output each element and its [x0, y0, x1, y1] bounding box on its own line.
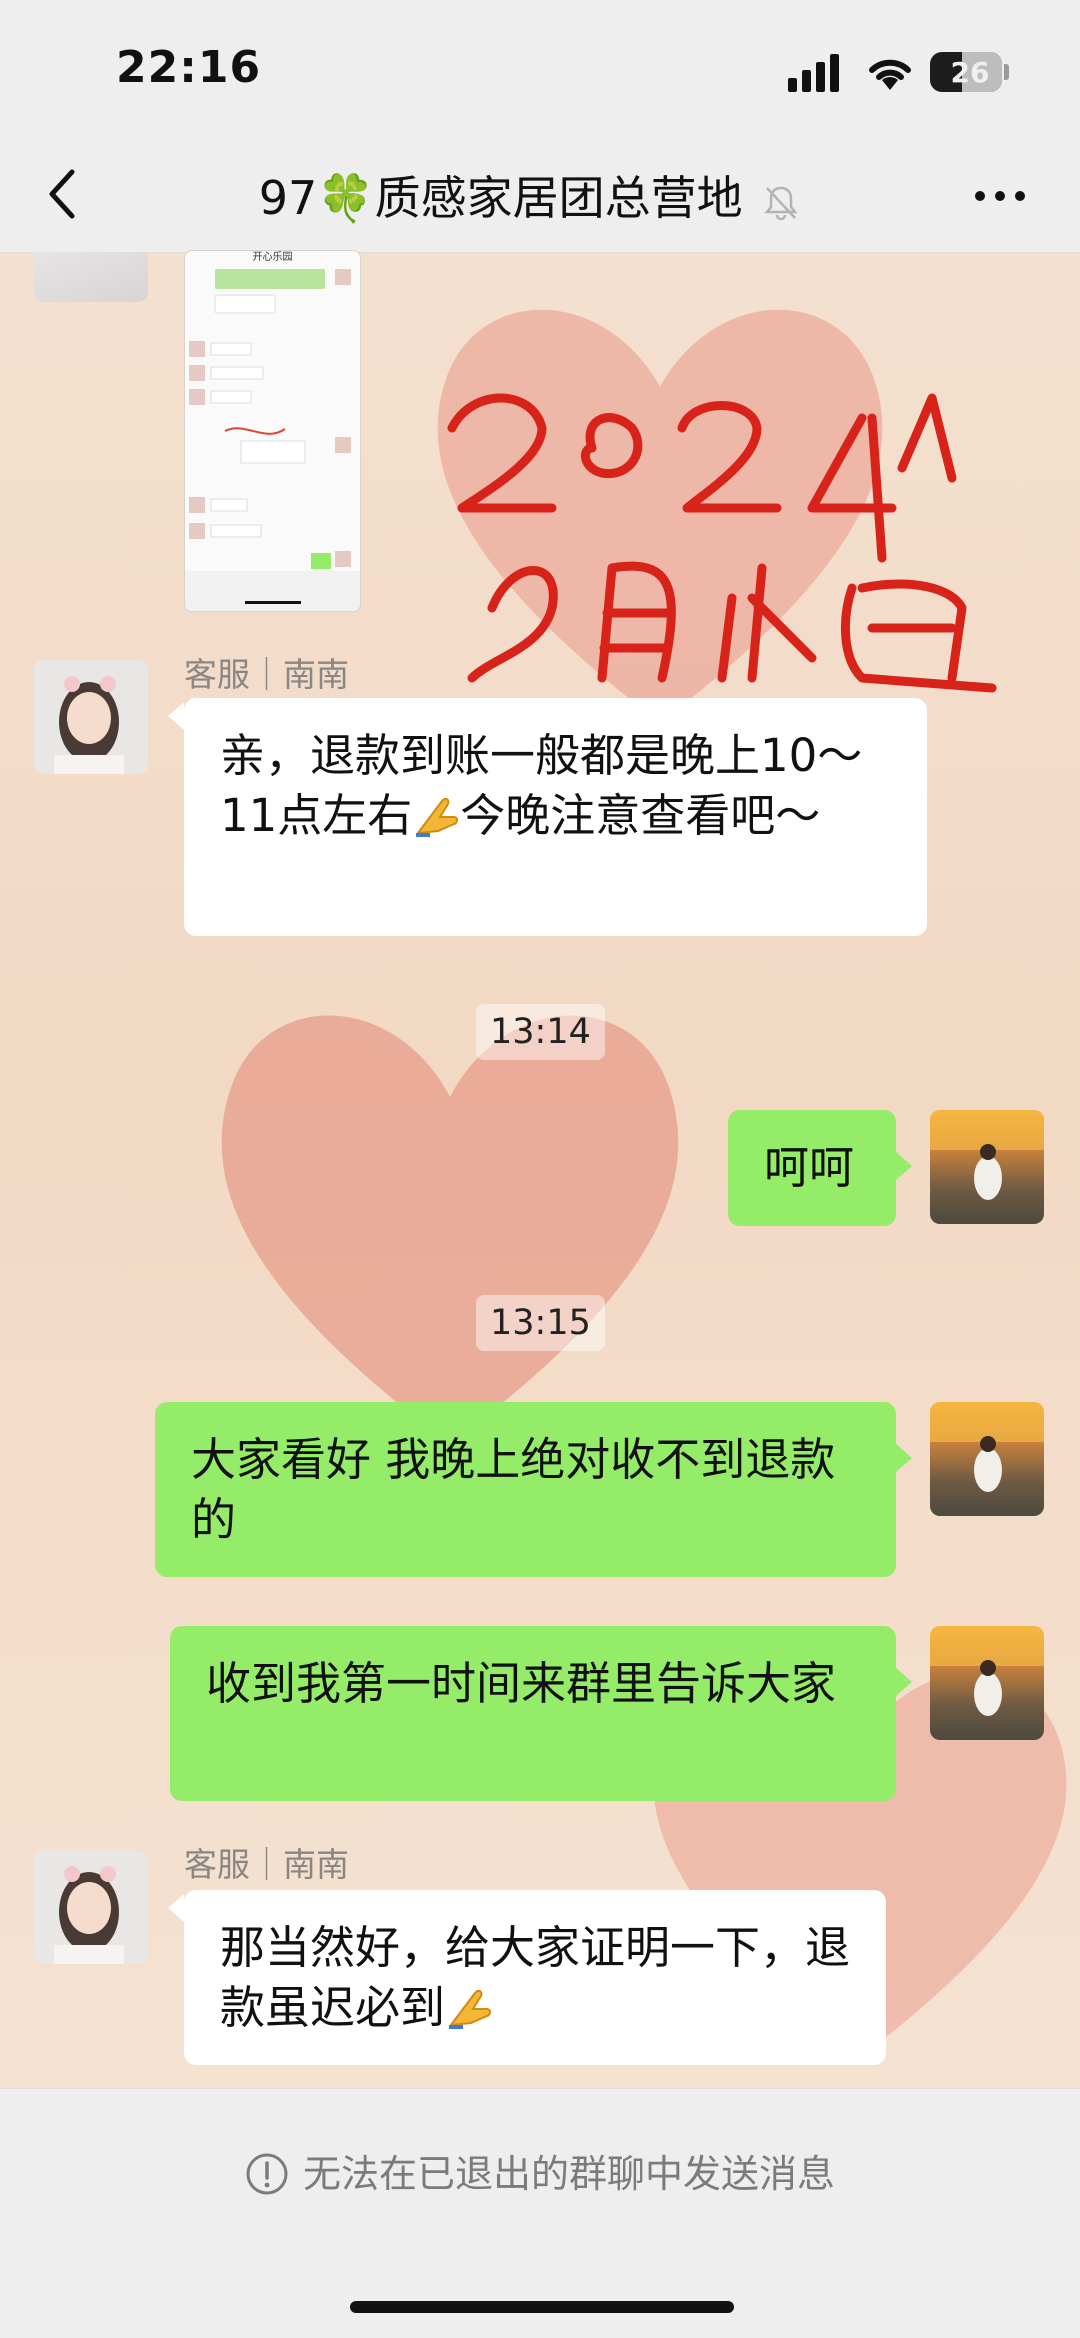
chat-title: 97🍀质感家居团总营地 — [258, 171, 743, 225]
home-indicator[interactable] — [350, 2301, 734, 2313]
avatar-image — [34, 1850, 148, 1964]
sender-name: 客服｜南南 — [184, 655, 349, 694]
battery-icon: 26 — [930, 52, 1002, 92]
wifi-icon — [869, 59, 911, 90]
battery-level: 26 — [950, 56, 990, 89]
avatar-image — [930, 1402, 1044, 1492]
info-icon — [246, 2153, 288, 2195]
back-icon[interactable] — [40, 164, 90, 224]
avatar-image — [930, 1626, 1044, 1716]
self-avatar[interactable] — [930, 1626, 1044, 1740]
message-bubble[interactable]: 亲，退款到账一般都是晚上10～11点左右 今晚注意查看吧～ — [184, 698, 927, 936]
bubble-tail — [168, 702, 184, 730]
message-text-continued: 今晚注意查看吧～ — [460, 789, 821, 842]
pray-emoji-icon — [448, 1989, 492, 2029]
input-disabled-bar: 无法在已退出的群聊中发送消息 — [0, 2088, 1080, 2338]
sender-avatar[interactable] — [34, 660, 148, 774]
status-time: 22:16 — [116, 42, 262, 93]
avatar-image — [930, 1110, 1044, 1200]
message-text: 大家看好 我晚上绝对收不到退款的 — [191, 1433, 836, 1546]
message-text: 那当然好，给大家证明一下，退款虽迟必到 — [220, 1921, 851, 2034]
self-avatar[interactable] — [930, 1402, 1044, 1516]
sender-name: 客服｜南南 — [184, 1845, 349, 1884]
mute-icon — [764, 186, 798, 220]
bubble-tail — [896, 1444, 912, 1472]
disabled-notice-text: 无法在已退出的群聊中发送消息 — [302, 2152, 835, 2196]
disabled-notice: 无法在已退出的群聊中发送消息 — [0, 2143, 1080, 2198]
message-bubble[interactable]: 收到我第一时间来群里告诉大家 — [170, 1626, 896, 1801]
status-bar: 22:16 26 — [0, 0, 1080, 140]
chat-header: 97🍀质感家居团总营地 — [0, 140, 1080, 253]
message-text: 呵呵 — [764, 1141, 855, 1194]
message-bubble[interactable]: 那当然好，给大家证明一下，退款虽迟必到 — [184, 1890, 886, 2065]
message-text: 收到我第一时间来群里告诉大家 — [206, 1657, 837, 1710]
timestamp: 13:14 — [476, 1004, 605, 1060]
message-bubble[interactable]: 大家看好 我晚上绝对收不到退款的 — [155, 1402, 896, 1577]
message-bubble[interactable]: 呵呵 — [728, 1110, 896, 1226]
sender-avatar[interactable] — [34, 1850, 148, 1964]
chat-title-wrap[interactable]: 97🍀质感家居团总营地 — [150, 162, 910, 228]
bubble-tail — [896, 1152, 912, 1180]
bubble-tail — [168, 1894, 184, 1922]
screenshot-image-message[interactable]: 开心乐园 — [184, 250, 361, 612]
timestamp: 13:15 — [476, 1295, 605, 1351]
self-avatar[interactable] — [930, 1110, 1044, 1224]
more-icon[interactable] — [970, 176, 1030, 216]
battery-tip — [1004, 64, 1009, 80]
avatar-image — [34, 660, 148, 774]
cellular-signal-icon — [788, 54, 839, 92]
bubble-tail — [896, 1668, 912, 1696]
handwritten-date-annotation — [447, 393, 997, 693]
pray-emoji-icon — [416, 797, 459, 837]
thumbnail-content — [185, 269, 360, 611]
